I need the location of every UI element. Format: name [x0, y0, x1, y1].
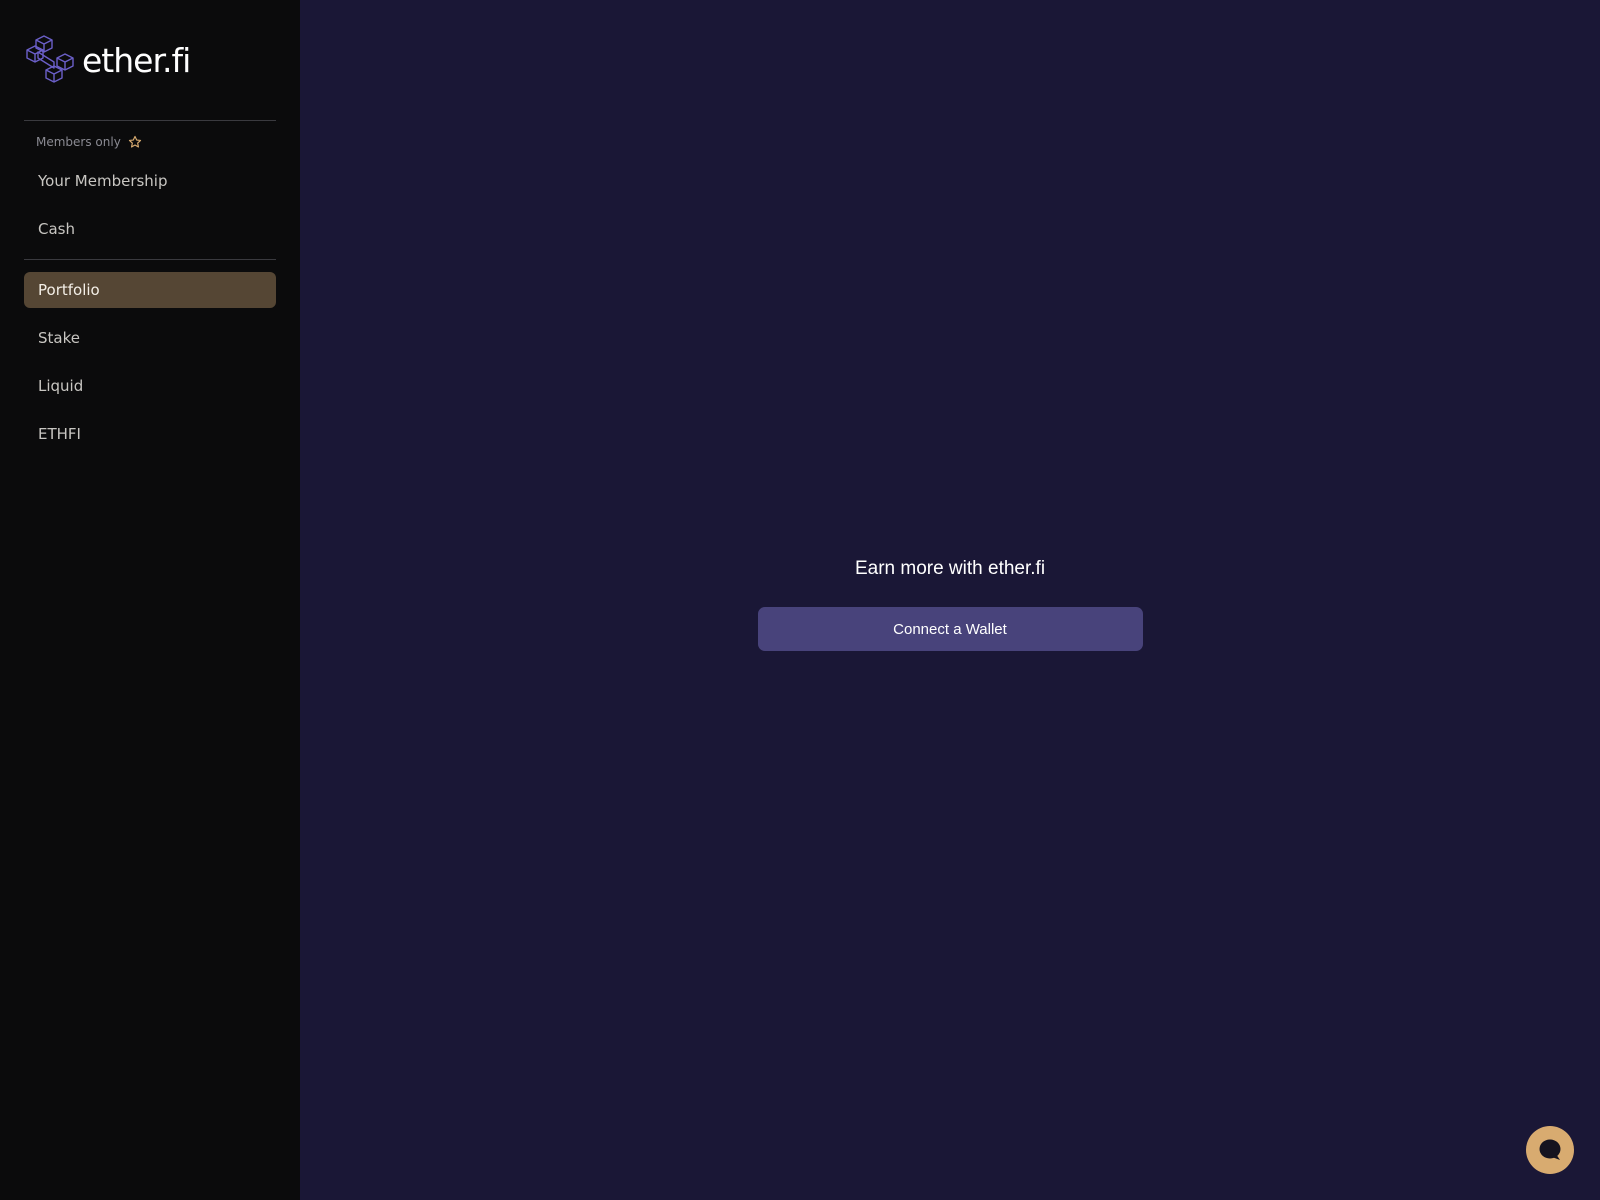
app-root: ether.fi Members only Your Membership Ca…	[0, 0, 1600, 1200]
sidebar-item-your-membership[interactable]: Your Membership	[24, 163, 276, 199]
sidebar-item-portfolio[interactable]: Portfolio	[24, 272, 276, 308]
sidebar-item-liquid[interactable]: Liquid	[24, 368, 276, 404]
sidebar-item-stake[interactable]: Stake	[24, 320, 276, 356]
connect-prompt: Earn more with ether.fi Connect a Wallet	[300, 555, 1600, 651]
main-nav-group: Portfolio Stake Liquid ETHFI	[24, 260, 276, 452]
chat-launcher-button[interactable]	[1526, 1126, 1574, 1174]
main-content: Earn more with ether.fi Connect a Wallet	[300, 0, 1600, 1200]
page-title: Earn more with ether.fi	[854, 558, 1046, 579]
sidebar-item-cash[interactable]: Cash	[24, 211, 276, 247]
sidebar-item-ethfi[interactable]: ETHFI	[24, 416, 276, 452]
sidebar: ether.fi Members only Your Membership Ca…	[0, 0, 300, 1200]
members-only-label: Members only	[36, 135, 121, 149]
members-nav-group: Members only Your Membership Cash	[24, 121, 276, 247]
brand-name: ether.fi	[82, 40, 191, 80]
star-icon	[128, 135, 142, 149]
members-only-header: Members only	[24, 121, 276, 163]
brand-logo[interactable]: ether.fi	[24, 0, 276, 120]
connect-wallet-button[interactable]: Connect a Wallet	[757, 607, 1143, 651]
etherfi-cube-logo-icon	[24, 34, 76, 86]
chat-bubble-icon	[1537, 1137, 1563, 1163]
